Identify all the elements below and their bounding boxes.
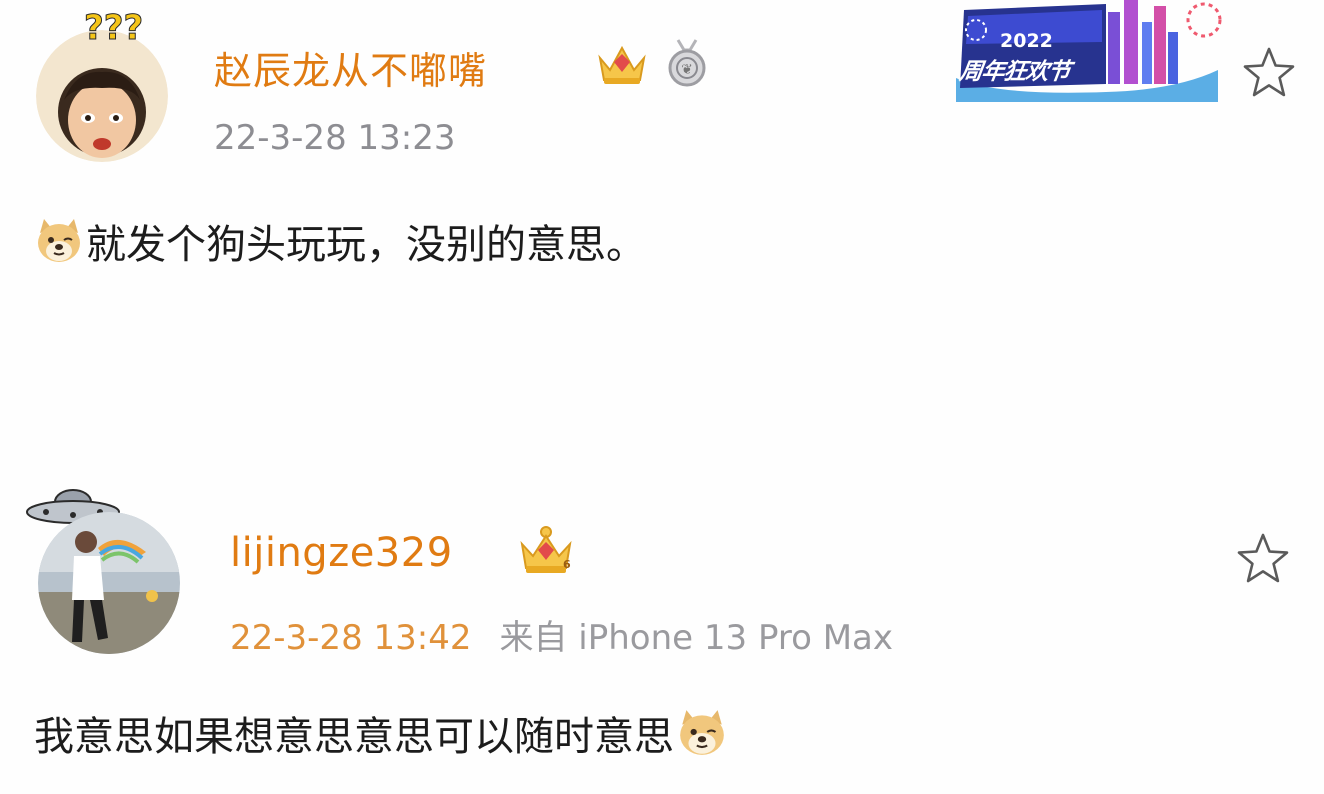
svg-text:6: 6: [563, 558, 571, 571]
doge-emoji-icon: [34, 217, 84, 265]
comments-page: ??? 赵辰龙从不嘟嘴 ❦ 22-3-28 13:23 2022 周年狂欢节 就…: [0, 0, 1324, 794]
timestamp[interactable]: 22-3-28 13:42: [230, 618, 472, 658]
crown-badge-icon: [596, 40, 648, 88]
favorite-star-button[interactable]: [1240, 44, 1298, 102]
question-marks-icon: ???: [83, 8, 144, 49]
username[interactable]: lijingze329: [230, 530, 453, 576]
comment-text: 就发个狗头玩玩，没别的意思。: [34, 212, 646, 270]
anniversary-banner[interactable]: 2022 周年狂欢节: [956, 0, 1226, 102]
comment-text: 我意思如果想意思意思可以随时意思: [34, 704, 728, 762]
avatar[interactable]: [38, 512, 180, 654]
timestamp[interactable]: 22-3-28 13:23: [214, 118, 456, 158]
avatar[interactable]: [36, 30, 168, 162]
doge-emoji-icon: [676, 708, 728, 758]
banner-title: 周年狂欢节: [957, 59, 1072, 85]
post-meta: 22-3-28 13:23: [214, 118, 456, 158]
crown-badge-icon: 6: [518, 524, 574, 576]
comment-card: ??? 赵辰龙从不嘟嘴 ❦ 22-3-28 13:23 2022 周年狂欢节 就…: [0, 0, 1324, 460]
favorite-star-button[interactable]: [1234, 530, 1292, 588]
svg-text:❦: ❦: [681, 62, 693, 78]
username[interactable]: 赵辰龙从不嘟嘴: [214, 40, 487, 95]
banner-year: 2022: [1000, 30, 1053, 52]
comment-card: lijingze329 6 22-3-28 13:42 来自 iPhone 13 …: [0, 480, 1324, 794]
comment-text-body: 就发个狗头玩玩，没别的意思。: [86, 222, 646, 268]
medal-badge-icon: ❦: [664, 38, 710, 88]
star-icon: [1237, 533, 1289, 583]
comment-text-body: 我意思如果想意思意思可以随时意思: [34, 714, 674, 760]
star-icon: [1243, 47, 1295, 97]
post-meta: 22-3-28 13:42 来自 iPhone 13 Pro Max: [230, 610, 893, 659]
device-source: 来自 iPhone 13 Pro Max: [499, 618, 894, 658]
